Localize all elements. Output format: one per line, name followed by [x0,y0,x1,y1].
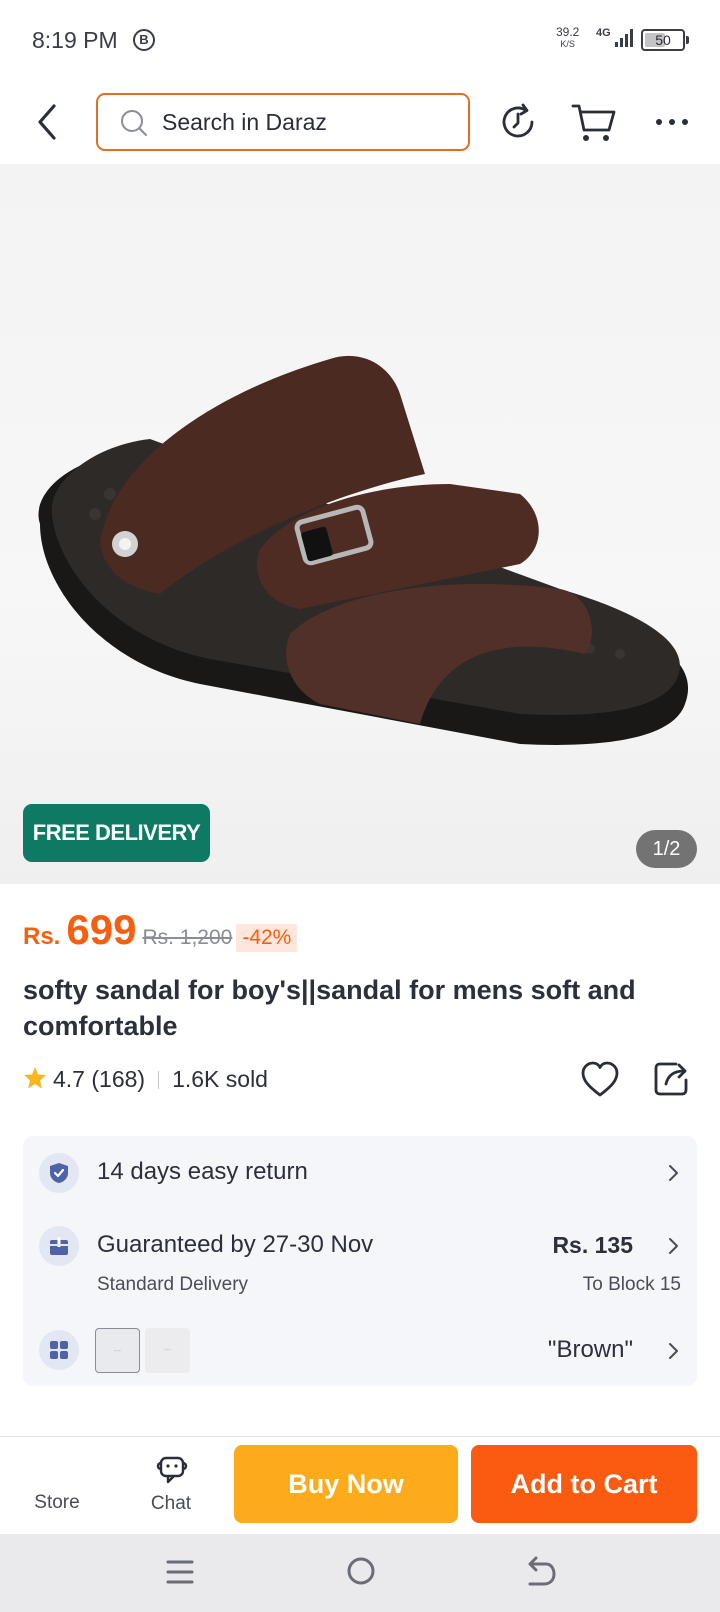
chat-button[interactable]: Chat [128,1441,214,1527]
b-app-icon: B [133,29,155,51]
variant-grid-icon [39,1330,79,1370]
rating-row[interactable]: 4.7 (168) 1.6K sold [23,1066,268,1096]
system-back-icon[interactable] [524,1554,556,1588]
chevron-right-icon[interactable] [667,1342,681,1360]
swatch-placeholder: --- [164,1347,171,1354]
home-icon[interactable] [344,1554,378,1588]
price-value: 699 [66,906,137,953]
price-row: Rs. 699 Rs. 1,200 -42% [23,906,298,954]
review-count: (168) [91,1066,146,1092]
network-speed-value: 39.2 [556,25,580,39]
swatch-placeholder: --- [114,1348,121,1355]
chat-label: Chat [150,1493,192,1514]
image-page-indicator: 1/2 [636,830,697,868]
chevron-right-icon[interactable] [667,1237,681,1255]
star-icon [24,1067,46,1089]
shipping-fee: Rs. 135 [552,1232,633,1258]
add-to-cart-button[interactable]: Add to Cart [471,1445,697,1523]
battery-icon: 50 [641,29,689,51]
search-bar[interactable] [96,93,470,151]
variant-swatch-2[interactable]: --- [145,1328,190,1373]
bottom-action-bar: Store Chat Buy Now Add to Cart [0,1436,720,1534]
original-price: Rs. 1,200 [142,926,233,949]
battery-level: 50 [655,32,671,48]
top-header [0,80,720,164]
divider [158,1071,160,1089]
delivery-box-icon [39,1226,79,1266]
ship-to-location: To Block 15 [582,1274,681,1295]
product-title: softy sandal for boy's||sandal for mens … [23,975,636,1041]
delivery-date-text[interactable]: Guaranteed by 27-30 Nov [97,1231,373,1259]
status-bar: 8:19 PM B 39.2 K/S 4G 50 [0,0,720,80]
delivery-type-text: Standard Delivery [97,1274,249,1295]
status-time: 8:19 PM [32,27,118,53]
history-icon[interactable] [496,100,540,144]
share-icon[interactable] [652,1058,692,1098]
store-button[interactable]: Store [14,1457,100,1527]
network-type: 4G [596,27,611,39]
discount-badge: -42% [236,924,298,952]
search-input[interactable] [162,105,452,139]
free-delivery-badge: FREE DELIVERY [23,804,210,862]
back-arrow-icon[interactable] [28,98,68,146]
network-speed: 39.2 K/S [556,26,579,50]
system-navigation-bar [0,1534,720,1612]
variant-swatch-brown[interactable]: --- [95,1328,140,1373]
selected-variant[interactable]: "Brown" [548,1336,633,1364]
chevron-right-icon[interactable] [667,1164,681,1182]
heart-icon[interactable] [580,1060,620,1100]
chat-icon [156,1456,188,1484]
product-image-gallery[interactable]: FREE DELIVERY 1/2 [0,164,720,884]
recent-apps-icon[interactable] [164,1556,196,1588]
sold-count: 1.6K sold [172,1066,268,1092]
buy-now-button[interactable]: Buy Now [234,1445,458,1523]
price-currency: Rs. [23,923,61,950]
store-label: Store [34,1492,80,1513]
more-options-icon[interactable] [650,100,694,144]
product-info: Rs. 699 Rs. 1,200 -42% softy sandal for boy… [0,884,720,1440]
product-image [38,355,689,745]
search-icon [121,110,147,136]
service-card: 14 days easy return Guaranteed by 27-30 … [23,1136,697,1386]
shield-check-icon [39,1153,79,1193]
return-policy-text[interactable]: 14 days easy return [97,1158,308,1186]
signal-icon [615,29,633,47]
rating-value: 4.7 [53,1066,85,1092]
network-speed-unit: K/S [560,39,575,49]
cart-icon[interactable] [570,100,618,144]
